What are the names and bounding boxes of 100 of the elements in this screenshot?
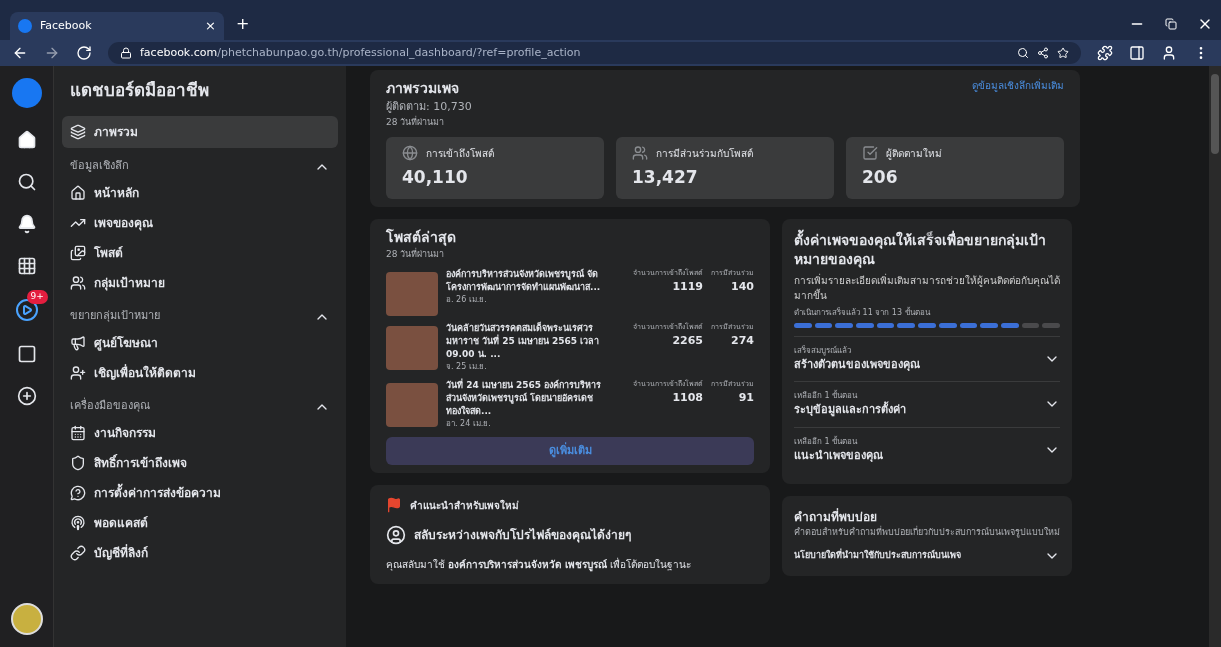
sidebar-item[interactable]: บัญชีที่ลิงก์ (62, 537, 338, 568)
card-title: ตั้งค่าเพจของคุณให้เสร็จเพื่อขยายกลุ่มเป้าหมายของคุณ (794, 230, 1047, 269)
new-tab-button[interactable]: + (236, 12, 250, 36)
sidebar-item[interactable]: การตั้งค่าการส่งข้อความ (62, 477, 338, 508)
tip-heading: สลับระหว่างเพจกับโปรไฟล์ของคุณได้ง่ายๆ (414, 527, 631, 544)
stat-label: ผู้ติดตามใหม่ (886, 146, 942, 161)
card-title: คำแนะนำสำหรับเพจใหม่ (410, 498, 519, 513)
notification-badge: 9+ (26, 290, 48, 304)
star-icon[interactable] (1057, 47, 1069, 59)
step-status: เหลืออีก 1 ขั้นตอน (794, 435, 859, 448)
period-label: 28 วันที่ผ่านมา (386, 247, 446, 261)
section-heading: ข้อมูลเชิงลึก (70, 158, 129, 175)
images-icon (70, 244, 86, 261)
card-title: โพสต์ล่าสุด (386, 227, 457, 248)
tip-text: คุณสลับมาใช้ องค์การบริหารส่วนจังหวัด เพชรบูรณ์ เพื่อโต้ตอบในฐานะ (386, 557, 692, 572)
podcast-icon (70, 514, 86, 531)
sidebar-item[interactable]: โพสต์ (62, 237, 338, 268)
card-subtitle: การเพิ่มรายละเอียดเพิ่มเติมสามารถช่วยให้ผู้คนติดต่อกับคุณได้มากขึ้น (794, 272, 1060, 303)
post-text[interactable]: วันที่ 24 เมษายน 2565 องค์การบริหารส่วนจังหวัดเพชรบูรณ์ โดยนายอัครเดช ทองใจสด... (446, 379, 606, 418)
shield-icon (70, 454, 86, 471)
restore-icon[interactable] (1165, 18, 1177, 30)
add-icon[interactable] (16, 386, 37, 406)
card-subtitle: คำตอบสำหรับคำถามที่พบบ่อยเกี่ยวกับประสบการณ์บนเพจรูปแบบใหม่ (794, 526, 1060, 540)
sidebar-item[interactable]: งานกิจกรรม (62, 417, 338, 448)
facebook-logo-icon[interactable] (11, 78, 42, 108)
url-text: facebook.com/phetchabunpao.go.th/professional_dashboard/?ref=profile_action (140, 44, 581, 61)
tab-title: Facebook (40, 17, 93, 34)
home-icon[interactable] (16, 130, 37, 150)
browser-tab[interactable]: Facebook × (10, 12, 224, 40)
step-title: สร้างตัวตนของเพจของคุณ (794, 356, 920, 373)
lock-icon (120, 47, 132, 59)
step-status: เสร็จสมบูรณ์แล้ว (794, 344, 852, 357)
engagement-count: 140 (730, 278, 754, 295)
engagement-count: 91 (737, 389, 754, 406)
profile-switch-icon (386, 525, 406, 545)
address-bar[interactable]: facebook.com/phetchabunpao.go.th/professional_dashboard/?ref=profile_action (108, 42, 1081, 64)
sidebar-item[interactable]: เชิญเพื่อนให้ติดตาม (62, 357, 338, 388)
post-date: อ. 26 เม.ย. (446, 294, 488, 306)
reach-count: 2265 (671, 332, 703, 349)
post-date: จ. 25 เม.ย. (446, 361, 488, 373)
side-panel-icon[interactable] (1129, 45, 1145, 61)
back-icon[interactable] (12, 45, 28, 61)
progress-label: ดำเนินการเสร็จแล้ว 11 จาก 13 ขั้นตอน (794, 306, 932, 319)
followers-count: ผู้ติดตาม: 10,730 (386, 99, 473, 115)
profile-icon[interactable] (1161, 45, 1177, 61)
sidebar-item[interactable]: กลุ่มเป้าหมาย (62, 267, 338, 298)
post-text[interactable]: วันคล้ายวันสวรรคตสมเด็จพระนเรศวรมหาราช วันที่ 25 เมษายน 2565 เวลา 09.00 น. ... (446, 322, 606, 361)
question-bubble-icon (70, 484, 86, 501)
step-title: ระบุข้อมูลและการตั้งค่า (794, 402, 906, 419)
search-icon[interactable] (1017, 47, 1029, 59)
sidebar-item[interactable]: พอดแคสต์ (62, 507, 338, 538)
home-icon (70, 184, 86, 201)
more-insights-link[interactable]: ดูข้อมูลเชิงลึกเพิ่มเติม (972, 78, 1064, 99)
stat-value: 13,427 (632, 166, 699, 189)
stat-value: 206 (862, 166, 899, 189)
people-icon (632, 145, 648, 161)
period-label: 28 วันที่ผ่านมา (386, 115, 446, 129)
bell-icon[interactable] (16, 214, 37, 234)
calendar-icon (70, 424, 86, 441)
step-status: เหลืออีก 1 ขั้นตอน (794, 390, 859, 401)
search-icon[interactable] (16, 172, 37, 192)
section-heading: ขยายกลุ่มเป้าหมาย (70, 308, 160, 325)
apps-grid-icon[interactable] (16, 256, 37, 276)
checkbox-icon (862, 145, 878, 161)
reach-count: 1108 (671, 389, 703, 406)
stat-label: การมีส่วนร่วมกับโพสต์ (656, 146, 753, 161)
step-title: แนะนำเพจของคุณ (794, 447, 883, 464)
globe-icon (402, 145, 418, 161)
reach-count: 1119 (671, 278, 703, 295)
engagement-count: 274 (730, 332, 754, 349)
add-person-icon (70, 364, 86, 381)
scrollbar[interactable] (1209, 66, 1221, 647)
photo-placeholder (386, 383, 438, 427)
square-icon[interactable] (16, 344, 37, 364)
layers-icon (70, 123, 86, 140)
section-heading: เครื่องมือของคุณ (70, 398, 150, 415)
sidebar-item[interactable]: ภาพรวม (62, 115, 338, 148)
faq-question[interactable]: นโยบายใดที่นำมาใช้กับประสบการณ์บนเพจ (794, 548, 961, 563)
puzzle-icon[interactable] (1097, 45, 1113, 61)
share-icon[interactable] (1037, 47, 1049, 59)
video-icon[interactable] (14, 298, 39, 322)
sidebar-item[interactable]: สิทธิ์การเข้าถึงเพจ (62, 447, 338, 478)
flag-icon (386, 497, 402, 513)
sidebar-item[interactable]: เพจของคุณ (62, 207, 338, 238)
link-icon (70, 544, 86, 561)
sidebar-item[interactable]: ศูนย์โฆษณา (62, 327, 338, 358)
stat-label: การเข้าถึงโพสต์ (426, 146, 494, 161)
post-date: อา. 24 เม.ย. (446, 418, 492, 430)
reload-icon[interactable] (76, 45, 92, 61)
megaphone-icon (70, 334, 86, 351)
facebook-logo-icon (18, 19, 32, 33)
post-text[interactable]: องค์การบริหารส่วนจังหวัดเพชรบูรณ์ จัดโครงการพัฒนาการจัดทำแผนพัฒนาส... (446, 268, 606, 294)
photo-placeholder (386, 326, 438, 370)
stat-value: 40,110 (402, 166, 469, 189)
card-title: ภาพรวมเพจ (386, 79, 459, 98)
close-tab-button[interactable]: × (205, 16, 216, 36)
sidebar-title: แดชบอร์ดมืออาชีพ (69, 79, 210, 102)
photo-placeholder (386, 272, 438, 316)
sidebar-item[interactable]: หน้าหลัก (62, 177, 338, 208)
page-avatar[interactable] (10, 603, 43, 635)
